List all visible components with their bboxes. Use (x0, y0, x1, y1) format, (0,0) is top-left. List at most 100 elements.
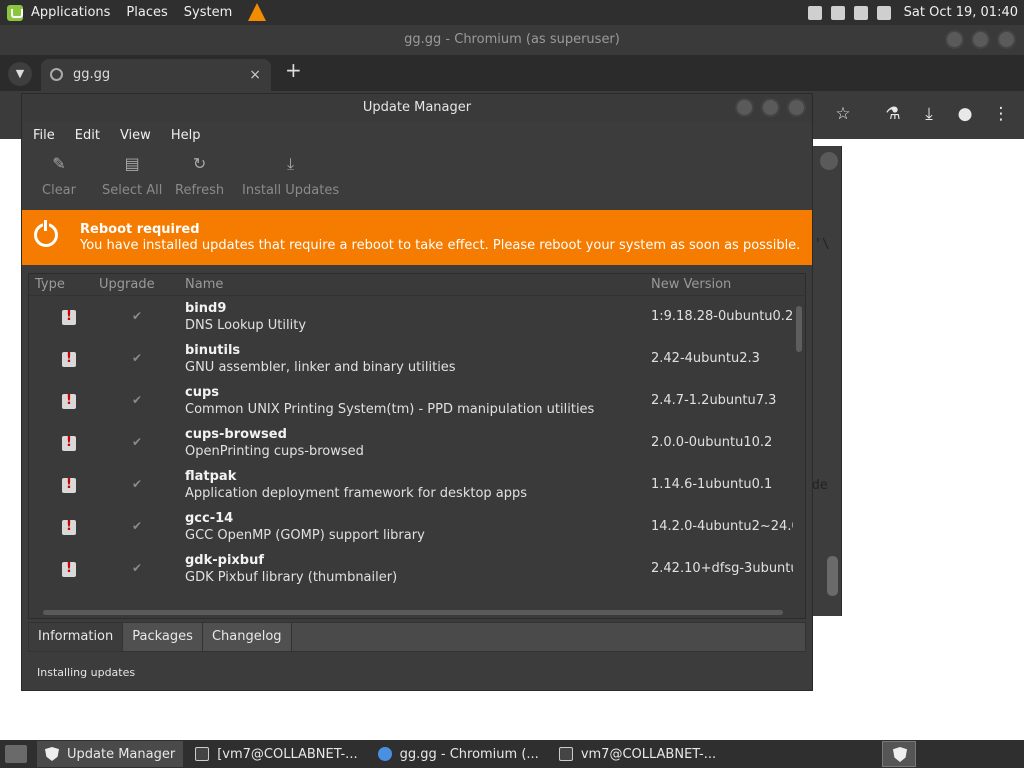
tab-changelog[interactable]: Changelog (202, 623, 292, 651)
bg-window-button[interactable] (820, 152, 838, 170)
info-tabs: Information Packages Changelog (28, 622, 806, 652)
close-button[interactable] (787, 98, 806, 117)
banner-title: Reboot required (80, 222, 200, 237)
window-title: Update Manager (362, 100, 472, 115)
package-description: GDK Pixbuf library (thumbnailer) (185, 570, 398, 585)
upgrade-checkbox[interactable]: ✔ (132, 477, 142, 491)
updates-list: Type Upgrade Name New Version ✔ bind9 DN… (28, 273, 806, 619)
package-name: bind9 (185, 301, 227, 316)
column-type[interactable]: Type (35, 277, 65, 292)
table-row[interactable]: ✔ binutils GNU assembler, linker and bin… (29, 340, 799, 382)
clear-button[interactable]: ✎ Clear (42, 152, 76, 198)
labs-flask-icon[interactable]: ⚗ (882, 103, 904, 125)
taskbar-item-terminal-1[interactable]: [vm7@COLLABNET-... (187, 741, 365, 767)
key-icon[interactable] (807, 5, 822, 20)
shield-icon (45, 747, 59, 761)
shield-icon[interactable] (853, 5, 868, 20)
upgrade-checkbox[interactable]: ✔ (132, 393, 142, 407)
table-row[interactable]: ✔ gcc-14 GCC OpenMP (GOMP) support libra… (29, 508, 805, 550)
menu-help[interactable]: Help (171, 128, 201, 143)
package-version: 2.42.10+dfsg-3ubuntu3 (651, 561, 806, 576)
column-new-version[interactable]: New Version (651, 277, 731, 292)
horizontal-scrollbar[interactable] (29, 606, 795, 618)
select-all-button[interactable]: ▤ Select All (102, 152, 162, 198)
upgrade-checkbox[interactable]: ✔ (132, 351, 142, 365)
upgrade-checkbox[interactable]: ✔ (132, 435, 142, 449)
security-update-icon (62, 435, 76, 451)
menu-view[interactable]: View (120, 128, 151, 143)
package-description: OpenPrinting cups-browsed (185, 444, 364, 459)
package-description: Application deployment framework for des… (185, 486, 528, 501)
toolbar: ✎ Clear ▤ Select All ↻ Refresh ⤓ Install… (22, 148, 812, 210)
banner-message: You have installed updates that require … (80, 238, 801, 253)
menu-edit[interactable]: Edit (75, 128, 100, 143)
close-button[interactable] (997, 30, 1016, 49)
package-name: gcc-14 (185, 511, 234, 526)
close-tab-icon[interactable]: × (249, 59, 261, 91)
taskbar-item-terminal-2[interactable]: vm7@COLLABNET-... (551, 741, 724, 767)
scrollbar-thumb[interactable] (796, 306, 802, 352)
package-name: flatpak (185, 469, 237, 484)
download-arrow-icon: ⤓ (287, 154, 295, 173)
package-version: 14.2.0-4ubuntu2~24.04 (651, 519, 806, 534)
network-icon[interactable] (830, 5, 845, 20)
tab-gg[interactable]: gg.gg × (41, 59, 271, 91)
update-manager-titlebar[interactable]: Update Manager (22, 94, 812, 122)
applications-menu[interactable]: Applications (31, 5, 110, 20)
tab-information[interactable]: Information (29, 623, 124, 651)
package-version: 2.4.7-1.2ubuntu7.3 (651, 393, 777, 408)
upgrade-checkbox[interactable]: ✔ (132, 309, 142, 323)
chromium-titlebar[interactable]: gg.gg - Chromium (as superuser) (0, 25, 1024, 55)
package-description: GNU assembler, linker and binary utiliti… (185, 360, 456, 375)
upgrade-checkbox[interactable]: ✔ (132, 561, 142, 575)
status-text: Installing updates (37, 666, 136, 679)
update-manager-tray-icon[interactable] (882, 741, 916, 767)
top-panel: Applications Places System Sat Oct 19, 0… (0, 0, 1024, 25)
minimize-button[interactable] (735, 98, 754, 117)
system-menu[interactable]: System (184, 5, 232, 20)
background-terminal-window[interactable] (808, 146, 842, 616)
maximize-button[interactable] (761, 98, 780, 117)
menu-kebab-icon[interactable]: ⋮ (990, 103, 1012, 125)
security-update-icon (62, 477, 76, 493)
package-description: Common UNIX Printing System(tm) - PPD ma… (185, 402, 595, 417)
menubar: File Edit View Help (22, 122, 812, 148)
tab-search-icon[interactable]: ▼ (8, 62, 32, 86)
taskbar-item-update-manager[interactable]: Update Manager (37, 741, 184, 767)
vertical-scrollbar[interactable] (793, 296, 805, 616)
bg-scrollbar-thumb[interactable] (827, 556, 838, 596)
mint-menu-icon[interactable] (7, 4, 23, 21)
scrollbar-thumb[interactable] (43, 610, 783, 615)
package-description: GCC OpenMP (GOMP) support library (185, 528, 425, 543)
table-row[interactable]: ✔ bind9 DNS Lookup Utility 1:9.18.28-0ub… (29, 298, 802, 340)
package-name: binutils (185, 343, 241, 358)
maximize-button[interactable] (971, 30, 990, 49)
new-tab-button[interactable]: + (285, 58, 302, 82)
tab-packages[interactable]: Packages (123, 623, 203, 651)
volume-icon[interactable] (876, 5, 891, 20)
menu-file[interactable]: File (33, 128, 55, 143)
table-row[interactable]: ✔ cups-browsed OpenPrinting cups-browsed… (29, 424, 799, 466)
profile-icon[interactable]: ● (954, 103, 976, 125)
refresh-button[interactable]: ↻ Refresh (175, 152, 224, 198)
table-row[interactable]: ✔ cups Common UNIX Printing System(tm) -… (29, 382, 799, 424)
minimize-button[interactable] (945, 30, 964, 49)
table-row[interactable]: ✔ gdk-pixbuf GDK Pixbuf library (thumbna… (29, 550, 805, 592)
vlc-launcher-icon[interactable] (248, 2, 267, 21)
package-version: 1:9.18.28-0ubuntu0.24 (651, 309, 802, 324)
download-icon[interactable]: ⤓ (918, 103, 940, 125)
terminal-icon (195, 747, 210, 761)
install-updates-button[interactable]: ⤓ Install Updates (242, 152, 339, 198)
system-tray: Sat Oct 19, 01:40 (807, 0, 1018, 25)
clock[interactable]: Sat Oct 19, 01:40 (904, 5, 1018, 20)
package-version: 1.14.6-1ubuntu0.1 (651, 477, 773, 492)
chromium-window-title: gg.gg - Chromium (as superuser) (404, 32, 620, 47)
bookmark-star-icon[interactable]: ☆ (832, 103, 854, 125)
places-menu[interactable]: Places (126, 5, 167, 20)
upgrade-checkbox[interactable]: ✔ (132, 519, 142, 533)
taskbar-item-chromium[interactable]: gg.gg - Chromium (... (370, 741, 547, 767)
show-desktop-icon[interactable] (5, 745, 27, 763)
column-name[interactable]: Name (185, 277, 223, 292)
table-row[interactable]: ✔ flatpak Application deployment framewo… (29, 466, 799, 508)
column-upgrade[interactable]: Upgrade (99, 277, 155, 292)
